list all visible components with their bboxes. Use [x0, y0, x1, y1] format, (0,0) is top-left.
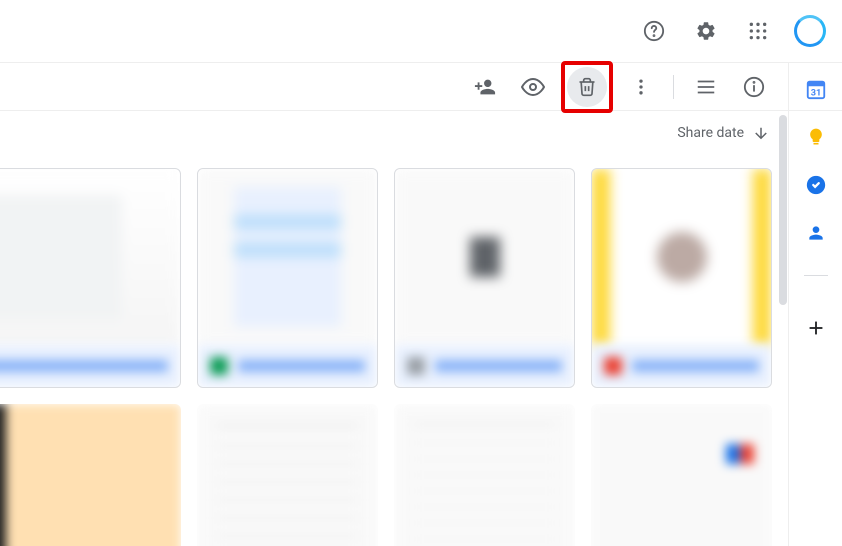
tasks-icon: [805, 174, 827, 196]
sidebar-keep[interactable]: [804, 125, 828, 149]
file-card[interactable]: [591, 404, 772, 546]
preview-button[interactable]: [513, 67, 553, 107]
card-thumbnail: [592, 169, 771, 345]
eye-icon: [521, 75, 545, 99]
right-sidebar: 31: [788, 63, 842, 546]
file-type-icon: [604, 357, 622, 375]
sort-row: Share date: [0, 111, 842, 155]
card-thumbnail: [0, 169, 180, 345]
plus-icon: [805, 317, 827, 339]
sort-label[interactable]: Share date: [677, 125, 744, 141]
sidebar-add[interactable]: [804, 316, 828, 340]
svg-text:31: 31: [810, 88, 821, 98]
help-button[interactable]: [634, 11, 674, 51]
list-view-button[interactable]: [686, 67, 726, 107]
file-title: [238, 360, 365, 372]
file-card[interactable]: [394, 404, 575, 546]
file-grid-row-1: [0, 168, 788, 388]
card-footer: [395, 345, 574, 387]
card-footer: [198, 345, 377, 387]
file-card[interactable]: [394, 168, 575, 388]
toolbar-divider: [673, 75, 674, 99]
card-thumbnail: [394, 404, 575, 546]
file-title: [435, 360, 562, 372]
account-avatar[interactable]: [790, 11, 830, 51]
delete-highlight-box: [561, 61, 613, 113]
trash-icon: [577, 77, 597, 97]
list-icon: [695, 76, 717, 98]
content-area: [0, 160, 788, 546]
keep-icon: [806, 127, 826, 147]
gear-icon: [695, 20, 717, 42]
card-thumbnail: [198, 169, 377, 345]
card-thumbnail: [197, 404, 378, 546]
sidebar-divider: [804, 275, 828, 276]
sidebar-contacts[interactable]: [804, 221, 828, 245]
file-card[interactable]: [197, 404, 378, 546]
file-title: [632, 360, 759, 372]
card-thumbnail: [395, 169, 574, 345]
apps-grid-icon: [748, 21, 768, 41]
card-thumbnail: [0, 404, 181, 546]
card-thumbnail: [591, 404, 772, 546]
calendar-icon: 31: [805, 78, 827, 100]
file-title: [0, 360, 168, 372]
apps-button[interactable]: [738, 11, 778, 51]
more-vert-icon: [631, 77, 651, 97]
sidebar-tasks[interactable]: [804, 173, 828, 197]
file-card[interactable]: [0, 404, 181, 546]
top-header: [0, 0, 842, 63]
sidebar-calendar[interactable]: 31: [804, 77, 828, 101]
delete-button[interactable]: [567, 67, 607, 107]
file-card[interactable]: [197, 168, 378, 388]
help-icon: [643, 20, 665, 42]
contacts-icon: [806, 223, 826, 243]
share-person-button[interactable]: [465, 67, 505, 107]
file-card[interactable]: [0, 168, 181, 388]
info-button[interactable]: [734, 67, 774, 107]
file-type-icon: [407, 357, 425, 375]
file-grid-row-2: [0, 404, 788, 546]
card-footer: [0, 345, 180, 387]
file-card[interactable]: [591, 168, 772, 388]
more-options-button[interactable]: [621, 67, 661, 107]
arrow-down-icon[interactable]: [752, 124, 770, 142]
card-footer: [592, 345, 771, 387]
avatar-ring-icon: [794, 15, 826, 47]
info-icon: [743, 76, 765, 98]
settings-button[interactable]: [686, 11, 726, 51]
file-type-icon: [210, 357, 228, 375]
action-toolbar: [0, 63, 842, 111]
person-add-icon: [474, 76, 496, 98]
